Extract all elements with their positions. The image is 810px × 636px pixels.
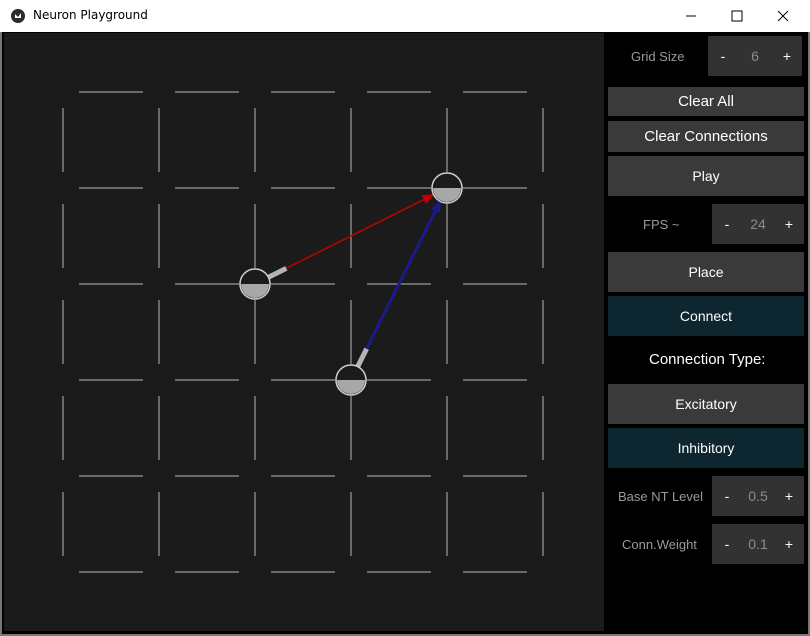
control-panel: Grid Size - 6 + Clear All Clear Connecti… bbox=[604, 33, 806, 631]
neuron-canvas[interactable] bbox=[4, 33, 604, 631]
neuron[interactable] bbox=[239, 268, 271, 300]
base-nt-level-label: Base NT Level bbox=[618, 489, 704, 504]
play-button[interactable]: Play bbox=[608, 156, 804, 196]
grid-size-label: Grid Size bbox=[631, 49, 685, 64]
conn-weight-stepper: - 0.1 + bbox=[712, 524, 804, 564]
clear-all-button[interactable]: Clear All bbox=[608, 87, 804, 116]
connect-mode-button[interactable]: Connect bbox=[608, 296, 804, 336]
place-mode-button[interactable]: Place bbox=[608, 252, 804, 292]
maximize-button[interactable] bbox=[714, 0, 760, 32]
inhibitory-connection[interactable] bbox=[365, 200, 442, 350]
grid-size-value: 6 bbox=[751, 48, 759, 64]
excitatory-button[interactable]: Excitatory bbox=[608, 384, 804, 424]
conn-weight-label: Conn.Weight bbox=[622, 537, 697, 552]
grid-size-stepper: - 6 + bbox=[708, 36, 802, 76]
clear-connections-button[interactable]: Clear Connections bbox=[608, 121, 804, 152]
fps-increment-button[interactable]: + bbox=[774, 216, 804, 232]
connection-stub bbox=[355, 347, 369, 368]
inhibitory-button[interactable]: Inhibitory bbox=[608, 428, 804, 468]
base-nt-value: 0.5 bbox=[748, 488, 768, 504]
grid-lines bbox=[62, 91, 544, 573]
minimize-button[interactable] bbox=[668, 0, 714, 32]
connection-stub bbox=[267, 266, 288, 280]
neuron-grid[interactable] bbox=[4, 33, 604, 631]
base-nt-decrement-button[interactable]: - bbox=[712, 488, 742, 504]
conn-weight-decrement-button[interactable]: - bbox=[712, 536, 742, 552]
grid-size-increment-button[interactable]: + bbox=[772, 48, 802, 64]
close-icon bbox=[777, 10, 789, 22]
minimize-icon bbox=[686, 15, 696, 17]
fps-stepper: - 24 + bbox=[712, 204, 804, 244]
maximize-icon bbox=[731, 10, 743, 22]
conn-weight-increment-button[interactable]: + bbox=[774, 536, 804, 552]
connections bbox=[267, 194, 442, 368]
neuron[interactable] bbox=[431, 172, 463, 204]
title-bar: Neuron Playground bbox=[0, 0, 810, 32]
base-nt-increment-button[interactable]: + bbox=[774, 488, 804, 504]
fps-value: 24 bbox=[750, 216, 766, 232]
app-logo-icon bbox=[11, 9, 25, 23]
base-nt-level-stepper: - 0.5 + bbox=[712, 476, 804, 516]
connection-type-title: Connection Type: bbox=[649, 351, 766, 368]
conn-weight-value: 0.1 bbox=[748, 536, 768, 552]
close-button[interactable] bbox=[760, 0, 806, 32]
fps-decrement-button[interactable]: - bbox=[712, 216, 742, 232]
neuron[interactable] bbox=[335, 364, 367, 396]
fps-label: FPS ~ bbox=[643, 217, 680, 232]
window-title: Neuron Playground bbox=[33, 8, 148, 22]
grid-size-decrement-button[interactable]: - bbox=[708, 48, 738, 64]
